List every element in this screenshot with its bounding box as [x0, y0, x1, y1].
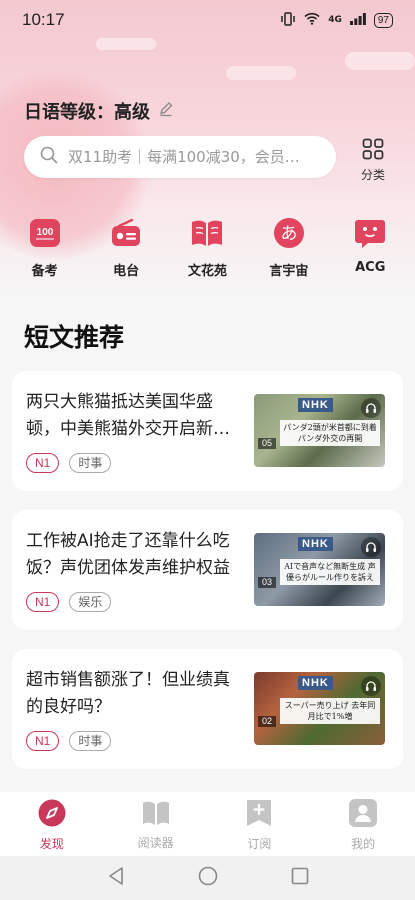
article-title: 两只大熊猫抵达美国华盛顿，中美熊猫外交开启新… — [26, 392, 230, 439]
hiragana-a-icon: あ — [272, 216, 306, 250]
hiragana-glyph: あ — [280, 224, 297, 244]
headphone-icon — [361, 537, 381, 557]
search-bar[interactable] — [24, 136, 336, 178]
tab-label: 发现 — [39, 836, 64, 851]
thumbnail-caption: スーパー売り上げ 去年同月比で1%増 — [280, 698, 380, 724]
exam-glyph: 100 — [36, 227, 53, 238]
home-icon[interactable] — [198, 866, 218, 890]
compass-icon — [38, 799, 66, 831]
cloud-decoration — [345, 52, 415, 70]
battery-indicator: 97 — [373, 12, 393, 28]
back-icon[interactable] — [107, 866, 125, 890]
article-thumbnail: NHK スーパー売り上げ 去年同月比で1%増 02 — [254, 672, 385, 745]
article-title: 超市销售额涨了！但业绩真的良好吗？ — [26, 670, 230, 717]
quick-action-universe[interactable]: あ 言宇宙 — [253, 216, 325, 279]
article-thumbnail: NHK AIで音声など無断生成 声優らがルール作りを訴え 03 — [254, 533, 385, 606]
tab-discover[interactable]: 发现 — [12, 799, 92, 852]
article-card[interactable]: 两只大熊猫抵达美国华盛顿，中美熊猫外交开启新… N1 时事 NHK パンダ2頭が… — [12, 371, 403, 491]
section-title: 短文推荐 — [24, 323, 125, 352]
tab-profile[interactable]: 我的 — [323, 798, 403, 852]
quick-action-label: 文花苑 — [187, 264, 227, 279]
tab-label: 阅读器 — [137, 835, 174, 850]
level-tag: N1 — [26, 592, 60, 612]
category-button[interactable]: 分类 — [350, 138, 396, 183]
bottom-tab-bar: 发现 阅读器 订阅 我的 — [0, 792, 415, 856]
cloud-decoration — [226, 66, 296, 80]
signal-icon — [349, 12, 366, 28]
category-tag: 时事 — [69, 453, 112, 473]
status-bar: 10:17 4G 97 — [0, 0, 415, 40]
quick-action-label: ACG — [355, 260, 386, 275]
thumbnail-date: 03 — [258, 577, 276, 588]
category-tag: 娱乐 — [69, 592, 112, 612]
exam-100-icon: 100 — [28, 216, 62, 250]
recents-icon[interactable] — [291, 867, 309, 889]
quick-action-label: 电台 — [113, 264, 140, 279]
article-thumbnail: NHK パンダ2頭が米首都に到着 パンダ外交の再開 05 — [254, 394, 385, 467]
category-tag: 时事 — [69, 731, 112, 751]
level-tag: N1 — [26, 731, 60, 751]
subscribe-icon — [246, 799, 272, 831]
thumbnail-date: 05 — [258, 438, 276, 449]
search-icon — [40, 146, 58, 168]
vibrate-icon — [280, 11, 296, 29]
reader-icon — [142, 800, 170, 830]
article-tags: N1 时事 — [26, 453, 112, 473]
thumbnail-caption: パンダ2頭が米首都に到着 パンダ外交の再開 — [280, 420, 380, 446]
acg-face-icon — [353, 216, 387, 250]
category-label: 分类 — [360, 168, 385, 182]
quick-actions: 100 备考 电台 文花苑 あ 言宇宙 ACG — [0, 216, 415, 279]
nhk-logo: NHK — [298, 676, 333, 690]
network-label: 4G — [328, 15, 342, 25]
headphone-icon — [361, 676, 381, 696]
headphone-icon — [361, 398, 381, 418]
tab-subscribe[interactable]: 订阅 — [219, 799, 299, 852]
quick-action-literature[interactable]: 文花苑 — [171, 216, 243, 279]
tab-label: 我的 — [351, 836, 376, 851]
article-card[interactable]: 工作被AI抢走了还靠什么吃饭？声优团体发声维护权益 N1 娱乐 NHK AIで音… — [12, 510, 403, 630]
thumbnail-date: 02 — [258, 716, 276, 727]
quick-action-label: 备考 — [31, 264, 58, 279]
tab-label: 订阅 — [247, 836, 272, 851]
japanese-level-row[interactable]: 日语等级：高级 — [24, 98, 174, 124]
article-title: 工作被AI抢走了还靠什么吃饭？声优团体发声维护权益 — [26, 531, 230, 578]
system-nav-bar — [0, 856, 415, 900]
status-time: 10:17 — [22, 10, 65, 29]
tab-reader[interactable]: 阅读器 — [116, 800, 196, 851]
thumbnail-caption: AIで音声など無断生成 声優らがルール作りを訴え — [280, 559, 380, 585]
profile-icon — [349, 798, 378, 831]
article-tags: N1 娱乐 — [26, 592, 112, 612]
search-input[interactable] — [68, 148, 318, 166]
japanese-level-label: 日语等级：高级 — [24, 102, 150, 123]
book-icon — [190, 216, 224, 250]
radio-icon — [109, 216, 143, 250]
quick-action-acg[interactable]: ACG — [334, 216, 406, 279]
article-tags: N1 时事 — [26, 731, 112, 751]
grid-icon — [362, 138, 384, 164]
nhk-logo: NHK — [298, 398, 333, 412]
nhk-logo: NHK — [298, 537, 333, 551]
wifi-icon — [304, 12, 320, 28]
quick-action-label: 言宇宙 — [269, 264, 309, 279]
article-card[interactable]: 超市销售额涨了！但业绩真的良好吗？ N1 时事 NHK スーパー売り上げ 去年同… — [12, 649, 403, 769]
edit-pencil-icon[interactable] — [158, 101, 174, 121]
quick-action-radio[interactable]: 电台 — [90, 216, 162, 279]
level-tag: N1 — [26, 453, 60, 473]
quick-action-exam[interactable]: 100 备考 — [9, 216, 81, 279]
status-icons: 4G 97 — [280, 11, 393, 29]
